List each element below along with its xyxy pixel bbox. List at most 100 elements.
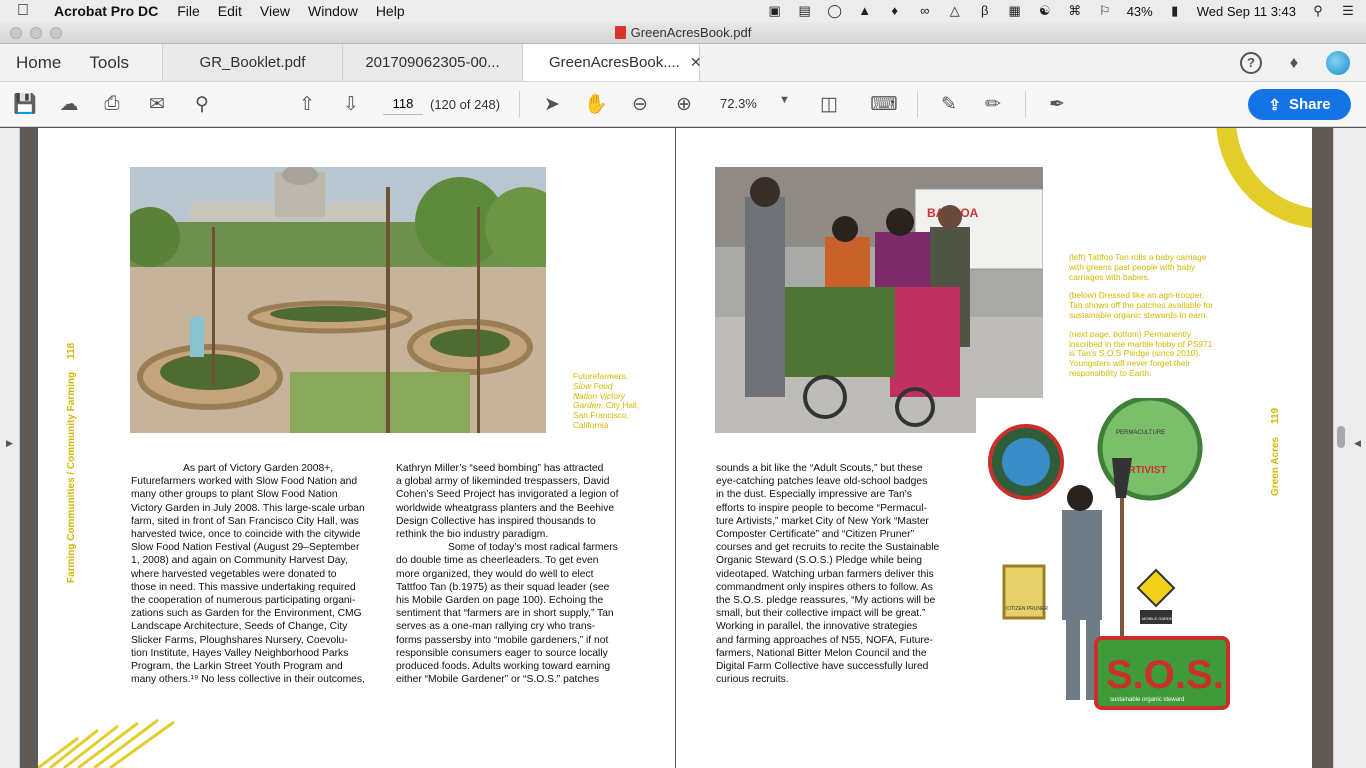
menu-file[interactable]: File bbox=[168, 3, 209, 19]
text-line: Slow Food Nation Festival (August 29–Sep… bbox=[131, 542, 360, 554]
comment-icon[interactable]: ✎ bbox=[937, 92, 961, 116]
main-nav: Home Tools bbox=[0, 44, 163, 81]
zoom-window-button[interactable] bbox=[50, 27, 62, 39]
wifi-icon[interactable]: ⌘ bbox=[1067, 4, 1083, 18]
app-menu[interactable]: Acrobat Pro DC bbox=[46, 3, 168, 19]
creative-cloud-icon[interactable]: ◯ bbox=[827, 4, 843, 18]
cloud-upload-icon[interactable]: ☁ bbox=[57, 92, 81, 116]
menu-window[interactable]: Window bbox=[299, 3, 367, 19]
text-line: efforts to inspire people to become “Per… bbox=[716, 502, 928, 514]
select-cursor-icon[interactable]: ➤ bbox=[540, 92, 564, 116]
airplay-icon[interactable]: △ bbox=[947, 4, 963, 18]
home-tab[interactable]: Home bbox=[16, 53, 61, 73]
text-line: Some of today’s most radical farmers bbox=[448, 542, 618, 554]
document-viewport[interactable]: ▶ ◀ Futurefarmers, Slow Food Nation Vict… bbox=[0, 128, 1366, 768]
print-icon[interactable]: ⎙ bbox=[100, 92, 124, 116]
text-line: small, but their collective impact will … bbox=[716, 608, 926, 620]
document-tab-2017[interactable]: 201709062305-00... bbox=[343, 44, 523, 81]
zoom-dropdown-icon[interactable]: ▼ bbox=[779, 94, 790, 106]
text-line: rethink the bio industry paradigm. bbox=[396, 529, 549, 541]
previous-page-icon[interactable]: ⇧ bbox=[295, 92, 319, 116]
page-display-icon[interactable]: ◫ bbox=[817, 92, 841, 116]
minimize-window-button[interactable] bbox=[30, 27, 42, 39]
text-line: tion Institute, Hayes Valley Neighborhoo… bbox=[131, 647, 349, 659]
accessibility-icon[interactable]: ☯ bbox=[1037, 4, 1053, 18]
zoom-out-icon[interactable]: ⊖ bbox=[628, 92, 652, 116]
notification-center-icon[interactable]: ☰ bbox=[1340, 4, 1356, 18]
zoom-level-select[interactable]: 72.3% bbox=[720, 96, 757, 111]
battery-icon[interactable]: ▮ bbox=[1167, 4, 1183, 18]
battery-percent: 43% bbox=[1126, 3, 1153, 19]
body-column-3: sounds a bit like the “Adult Scouts,” bu… bbox=[716, 462, 966, 686]
pdf-page-119: BALBOA (left) Tattfoo Tan rolls a baby c… bbox=[676, 128, 1312, 768]
text-line: serves as a one-man rallying cry who tra… bbox=[396, 621, 596, 633]
running-head-left: Farming Communities / Community Farming … bbox=[66, 313, 77, 583]
notifications-bell-icon[interactable]: ♦ bbox=[1284, 53, 1304, 73]
expand-left-panel-icon[interactable]: ▶ bbox=[6, 438, 13, 449]
menu-view[interactable]: View bbox=[251, 3, 299, 19]
next-page-icon[interactable]: ⇩ bbox=[339, 92, 363, 116]
flame-status-icon[interactable]: ▲ bbox=[857, 4, 873, 18]
user-avatar[interactable] bbox=[1326, 50, 1350, 75]
camera-status-icon[interactable]: ▣ bbox=[767, 4, 783, 18]
caption-line: California bbox=[573, 419, 609, 430]
search-zoom-icon[interactable]: ⚲ bbox=[190, 92, 214, 116]
left-panel-toggle[interactable]: ▶ bbox=[0, 128, 20, 768]
hand-tool-icon[interactable]: ✋ bbox=[584, 92, 608, 116]
menu-edit[interactable]: Edit bbox=[209, 3, 251, 19]
flag-us-icon[interactable]: ⚐ bbox=[1097, 4, 1113, 18]
text-line: farmers, National Bitter Melon Council a… bbox=[716, 647, 927, 659]
text-line: his Mobile Garden on page 100). Echoing … bbox=[396, 595, 604, 607]
document-tab-greenacres[interactable]: GreenAcresBook.... ✕ bbox=[523, 44, 702, 81]
close-tab-icon[interactable]: ✕ bbox=[690, 54, 702, 71]
highlight-icon[interactable]: ✏ bbox=[981, 92, 1005, 116]
help-icon[interactable]: ? bbox=[1240, 51, 1262, 74]
text-line: Design Collective has inspired thousands… bbox=[396, 515, 596, 527]
paperclip-icon[interactable]: ∞ bbox=[917, 4, 933, 18]
share-label: Share bbox=[1288, 96, 1331, 113]
text-line: sounds a bit like the “Adult Scouts,” bu… bbox=[716, 463, 923, 474]
vertical-scrollbar[interactable] bbox=[1337, 426, 1345, 448]
share-button[interactable]: ⇪ Share bbox=[1248, 89, 1351, 120]
caption-line: responsibility to Earth. bbox=[1069, 367, 1152, 378]
text-line: Working in parallel, the innovative stra… bbox=[716, 621, 918, 633]
zoom-in-icon[interactable]: ⊕ bbox=[672, 92, 696, 116]
apple-menu-icon[interactable]:  bbox=[0, 2, 46, 20]
memory-status-icon[interactable]: ▦ bbox=[1007, 4, 1023, 18]
bluetooth-icon[interactable]: β bbox=[977, 4, 993, 18]
text-line: eye-catching patches leave old-school ba… bbox=[716, 476, 928, 488]
close-window-button[interactable] bbox=[10, 27, 22, 39]
page-number-input[interactable] bbox=[383, 93, 423, 115]
text-line: Digital Farm Collective have successfull… bbox=[716, 661, 929, 673]
text-line: many other groups to plant Slow Food Nat… bbox=[131, 489, 338, 501]
caption-line: Nation Victory bbox=[573, 390, 625, 401]
scroll-mode-icon[interactable]: ⌨ bbox=[870, 92, 897, 116]
text-line: more organized, they would do well to el… bbox=[396, 568, 594, 580]
expand-right-panel-icon[interactable]: ◀ bbox=[1354, 438, 1361, 449]
text-line: As part of Victory Garden 2008+, bbox=[183, 463, 334, 474]
text-line: the S.O.S. pledge reassures, “My actions… bbox=[716, 595, 936, 607]
right-panel-toggle[interactable]: ◀ bbox=[1333, 128, 1366, 768]
pdf-file-icon bbox=[614, 26, 626, 39]
page-number-118: 118 bbox=[66, 342, 77, 360]
tools-tab[interactable]: Tools bbox=[89, 53, 129, 73]
spotlight-search-icon[interactable]: ⚲ bbox=[1310, 4, 1326, 18]
text-line: the cooperation of numerous participatin… bbox=[131, 595, 356, 607]
document-tab-gr-booklet[interactable]: GR_Booklet.pdf bbox=[163, 44, 343, 81]
notes-status-icon[interactable]: ▤ bbox=[797, 4, 813, 18]
email-icon[interactable]: ✉ bbox=[145, 92, 169, 116]
menu-help[interactable]: Help bbox=[367, 3, 414, 19]
text-line: harvested twice, once to coincide with t… bbox=[131, 529, 361, 541]
caption-line: Slow Food bbox=[573, 380, 613, 391]
text-line: many others.¹⁹ No less collective in the… bbox=[131, 674, 365, 686]
text-line: Kathryn Miller’s “seed bombing” has attr… bbox=[396, 463, 604, 474]
yellow-arc-decoration bbox=[1216, 128, 1312, 228]
text-line: and farming approaches of N55, NOFA, Fut… bbox=[716, 634, 933, 646]
menubar-clock[interactable]: Wed Sep 11 3:43 bbox=[1197, 4, 1296, 19]
save-icon[interactable]: 💾 bbox=[13, 92, 37, 116]
sign-icon[interactable]: ✒ bbox=[1045, 92, 1069, 116]
text-line: 1, 2008) and again on Community Harvest … bbox=[131, 555, 348, 567]
caption-line: , City Hall, bbox=[600, 400, 640, 411]
macos-menubar:  Acrobat Pro DC File Edit View Window H… bbox=[0, 0, 1366, 22]
dropbox-icon[interactable]: ♦ bbox=[887, 4, 903, 18]
